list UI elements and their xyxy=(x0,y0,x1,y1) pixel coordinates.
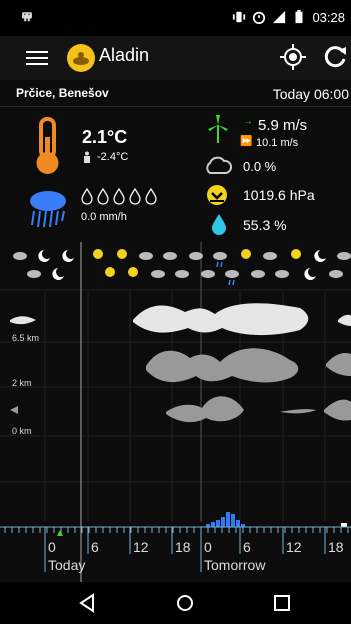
cloud-cover-value: 0.0 % xyxy=(243,159,277,174)
altitude-label: 2 km xyxy=(12,378,32,388)
hour-label: 6 xyxy=(91,539,99,555)
forecast-chart[interactable]: 6.5 km 2 km 0 km 0 6 12 18 0 6 12 18 Tod… xyxy=(0,242,351,582)
forecast-time[interactable]: Today 06:00 xyxy=(273,86,349,102)
humidity-drop-icon xyxy=(212,214,226,235)
hour-label: 12 xyxy=(286,539,302,555)
wind-turbine-icon xyxy=(208,115,228,143)
gust-arrow-icon: ⏩ xyxy=(240,136,253,147)
pressure-value: 1019.6 hPa xyxy=(243,187,315,203)
wind-direction-arrow-icon: → xyxy=(243,116,253,127)
alarm-icon xyxy=(253,11,266,24)
aladin-logo-icon xyxy=(67,44,95,72)
hour-label: 6 xyxy=(243,539,251,555)
menu-icon[interactable] xyxy=(26,48,48,68)
location-name[interactable]: Prčice, Benešov xyxy=(16,86,109,100)
person-icon xyxy=(84,151,90,163)
rain-cloud-icon xyxy=(30,191,66,228)
altitude-label: 0 km xyxy=(12,426,32,436)
app-bar: Aladin xyxy=(0,36,351,80)
location-target-icon[interactable] xyxy=(279,43,307,71)
pressure-icon xyxy=(207,185,227,205)
day-label-today: Today xyxy=(48,557,85,573)
vibrate-icon xyxy=(233,11,246,23)
rain-value: 0.0 mm/h xyxy=(81,211,127,223)
refresh-icon[interactable] xyxy=(321,43,349,71)
battery-icon xyxy=(295,10,303,24)
day-label-tomorrow: Tomorrow xyxy=(204,557,266,573)
feels-like-value: -2.4°C xyxy=(97,151,129,163)
app-title: Aladin xyxy=(99,45,150,65)
hour-label: 18 xyxy=(328,539,344,555)
altitude-label: 6.5 km xyxy=(12,333,39,343)
home-icon[interactable] xyxy=(175,593,195,613)
status-time: 03:28 xyxy=(312,9,345,25)
location-bar: Prčice, Benešov Today 06:00 xyxy=(0,80,351,107)
navigation-bar xyxy=(0,582,351,624)
recents-icon[interactable] xyxy=(272,593,292,613)
hour-label: 12 xyxy=(133,539,149,555)
wind-speed-value: 5.9 m/s xyxy=(258,117,308,134)
current-conditions-panel: 2.1°C -2.4°C 0.0 mm/h → 5.9 m/s ⏩ 10.1 m… xyxy=(0,107,351,242)
hour-label: 0 xyxy=(204,539,212,555)
hour-label: 0 xyxy=(48,539,56,555)
cloud-icon xyxy=(206,156,232,174)
gust-value: 10.1 m/s xyxy=(256,137,299,149)
android-icon xyxy=(22,12,32,22)
back-icon[interactable] xyxy=(78,593,98,613)
signal-icon xyxy=(273,10,286,24)
humidity-value: 55.3 % xyxy=(243,217,287,233)
hour-label: 18 xyxy=(175,539,191,555)
temperature-value: 2.1°C xyxy=(82,127,128,147)
status-bar: 03:28 xyxy=(0,0,351,36)
rain-drops-icon xyxy=(81,187,157,205)
thermometer-icon xyxy=(36,117,59,174)
